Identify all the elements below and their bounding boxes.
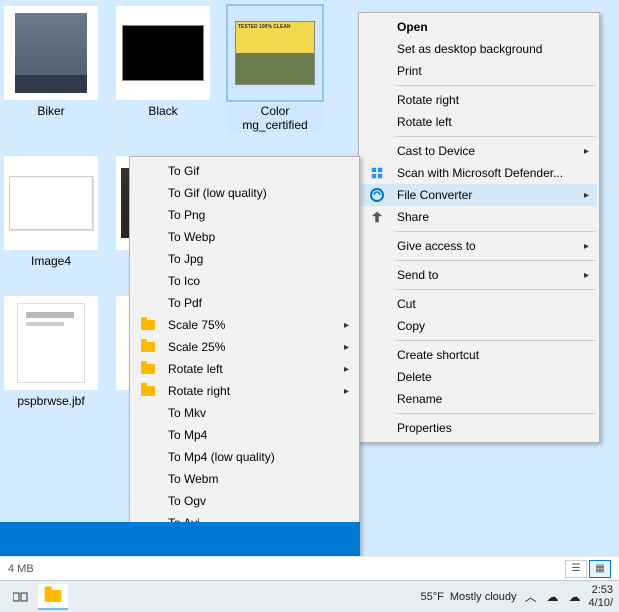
submenu-rotl[interactable]: Rotate left▸ — [132, 358, 357, 380]
menu-share[interactable]: Share — [361, 206, 597, 228]
view-details-button[interactable]: ☰ — [565, 560, 587, 578]
file-label: Biker — [4, 104, 98, 118]
chevron-right-icon: ▸ — [584, 270, 589, 281]
chevron-right-icon: ▸ — [344, 320, 349, 331]
thumbnail — [4, 296, 98, 390]
selection-bar — [0, 522, 360, 556]
tray-chevron-icon[interactable]: ︿ — [523, 589, 539, 605]
submenu-tomkv[interactable]: To Mkv — [132, 402, 357, 424]
taskbar: 55°F Mostly cloudy ︿ ☁ ☁ 2:53 4/10/ — [0, 580, 619, 612]
menu-separator — [395, 289, 596, 290]
menu-scan-defender[interactable]: Scan with Microsoft Defender... — [361, 162, 597, 184]
file-item-selected[interactable]: Colormg_certified — [228, 6, 322, 133]
chevron-right-icon: ▸ — [584, 190, 589, 201]
menu-cut[interactable]: Cut — [361, 293, 597, 315]
taskbar-clock[interactable]: 2:53 4/10/ — [589, 584, 613, 608]
status-size: 4 MB — [8, 563, 34, 575]
menu-separator — [395, 260, 596, 261]
menu-copy[interactable]: Copy — [361, 315, 597, 337]
file-explorer-taskbar-icon[interactable] — [38, 584, 68, 610]
folder-icon — [140, 361, 156, 377]
submenu-togif[interactable]: To Gif — [132, 160, 357, 182]
menu-separator — [395, 340, 596, 341]
submenu-towebm[interactable]: To Webm — [132, 468, 357, 490]
menu-separator — [395, 231, 596, 232]
submenu-toogv[interactable]: To Ogv — [132, 490, 357, 512]
file-label: Black — [116, 104, 210, 118]
chevron-right-icon: ▸ — [344, 364, 349, 375]
file-label: Image4 — [4, 254, 98, 268]
menu-send-to[interactable]: Send to▸ — [361, 264, 597, 286]
file-item[interactable]: Black — [116, 6, 210, 118]
context-menu: Open Set as desktop background Print Rot… — [358, 12, 600, 443]
submenu-topdf[interactable]: To Pdf — [132, 292, 357, 314]
file-label: Colormg_certified — [228, 104, 322, 133]
chevron-right-icon: ▸ — [344, 342, 349, 353]
menu-delete[interactable]: Delete — [361, 366, 597, 388]
share-icon — [369, 209, 385, 225]
chevron-right-icon: ▸ — [584, 146, 589, 157]
menu-file-converter[interactable]: File Converter▸ — [361, 184, 597, 206]
onedrive-icon[interactable]: ☁ — [567, 589, 583, 605]
submenu-scale75[interactable]: Scale 75%▸ — [132, 314, 357, 336]
submenu-tomp4[interactable]: To Mp4 — [132, 424, 357, 446]
submenu-rotr[interactable]: Rotate right▸ — [132, 380, 357, 402]
view-thumbnails-button[interactable]: ▦ — [589, 560, 611, 578]
folder-icon — [140, 383, 156, 399]
menu-rotate-left[interactable]: Rotate left — [361, 111, 597, 133]
converter-icon — [369, 187, 385, 203]
weather-temp[interactable]: 55°F — [421, 591, 444, 603]
menu-rotate-right[interactable]: Rotate right — [361, 89, 597, 111]
onedrive-icon[interactable]: ☁ — [545, 589, 561, 605]
folder-icon — [140, 317, 156, 333]
file-item[interactable]: Biker — [4, 6, 98, 118]
thumbnail — [228, 6, 322, 100]
file-item[interactable]: pspbrwse.jbf — [4, 296, 98, 408]
thumbnail — [4, 6, 98, 100]
menu-print[interactable]: Print — [361, 60, 597, 82]
menu-cast[interactable]: Cast to Device▸ — [361, 140, 597, 162]
menu-open[interactable]: Open — [361, 16, 597, 38]
submenu-toico[interactable]: To Ico — [132, 270, 357, 292]
menu-separator — [395, 413, 596, 414]
file-item[interactable]: Image4 — [4, 156, 98, 268]
chevron-right-icon: ▸ — [584, 241, 589, 252]
submenu-tojpg[interactable]: To Jpg — [132, 248, 357, 270]
chevron-right-icon: ▸ — [344, 386, 349, 397]
submenu-scale25[interactable]: Scale 25%▸ — [132, 336, 357, 358]
menu-set-background[interactable]: Set as desktop background — [361, 38, 597, 60]
shield-icon — [369, 165, 385, 181]
menu-separator — [395, 136, 596, 137]
status-bar: 4 MB ☰ ▦ — [0, 556, 619, 580]
submenu-tomp4lq[interactable]: To Mp4 (low quality) — [132, 446, 357, 468]
menu-rename[interactable]: Rename — [361, 388, 597, 410]
menu-separator — [395, 85, 596, 86]
weather-text[interactable]: Mostly cloudy — [450, 591, 517, 603]
thumbnail — [116, 6, 210, 100]
menu-create-shortcut[interactable]: Create shortcut — [361, 344, 597, 366]
thumbnail — [4, 156, 98, 250]
folder-icon — [140, 339, 156, 355]
menu-give-access[interactable]: Give access to▸ — [361, 235, 597, 257]
taskview-icon[interactable] — [6, 584, 36, 610]
menu-properties[interactable]: Properties — [361, 417, 597, 439]
submenu-togiflq[interactable]: To Gif (low quality) — [132, 182, 357, 204]
submenu-towebp[interactable]: To Webp — [132, 226, 357, 248]
file-label: pspbrwse.jbf — [4, 394, 98, 408]
submenu-topng[interactable]: To Png — [132, 204, 357, 226]
